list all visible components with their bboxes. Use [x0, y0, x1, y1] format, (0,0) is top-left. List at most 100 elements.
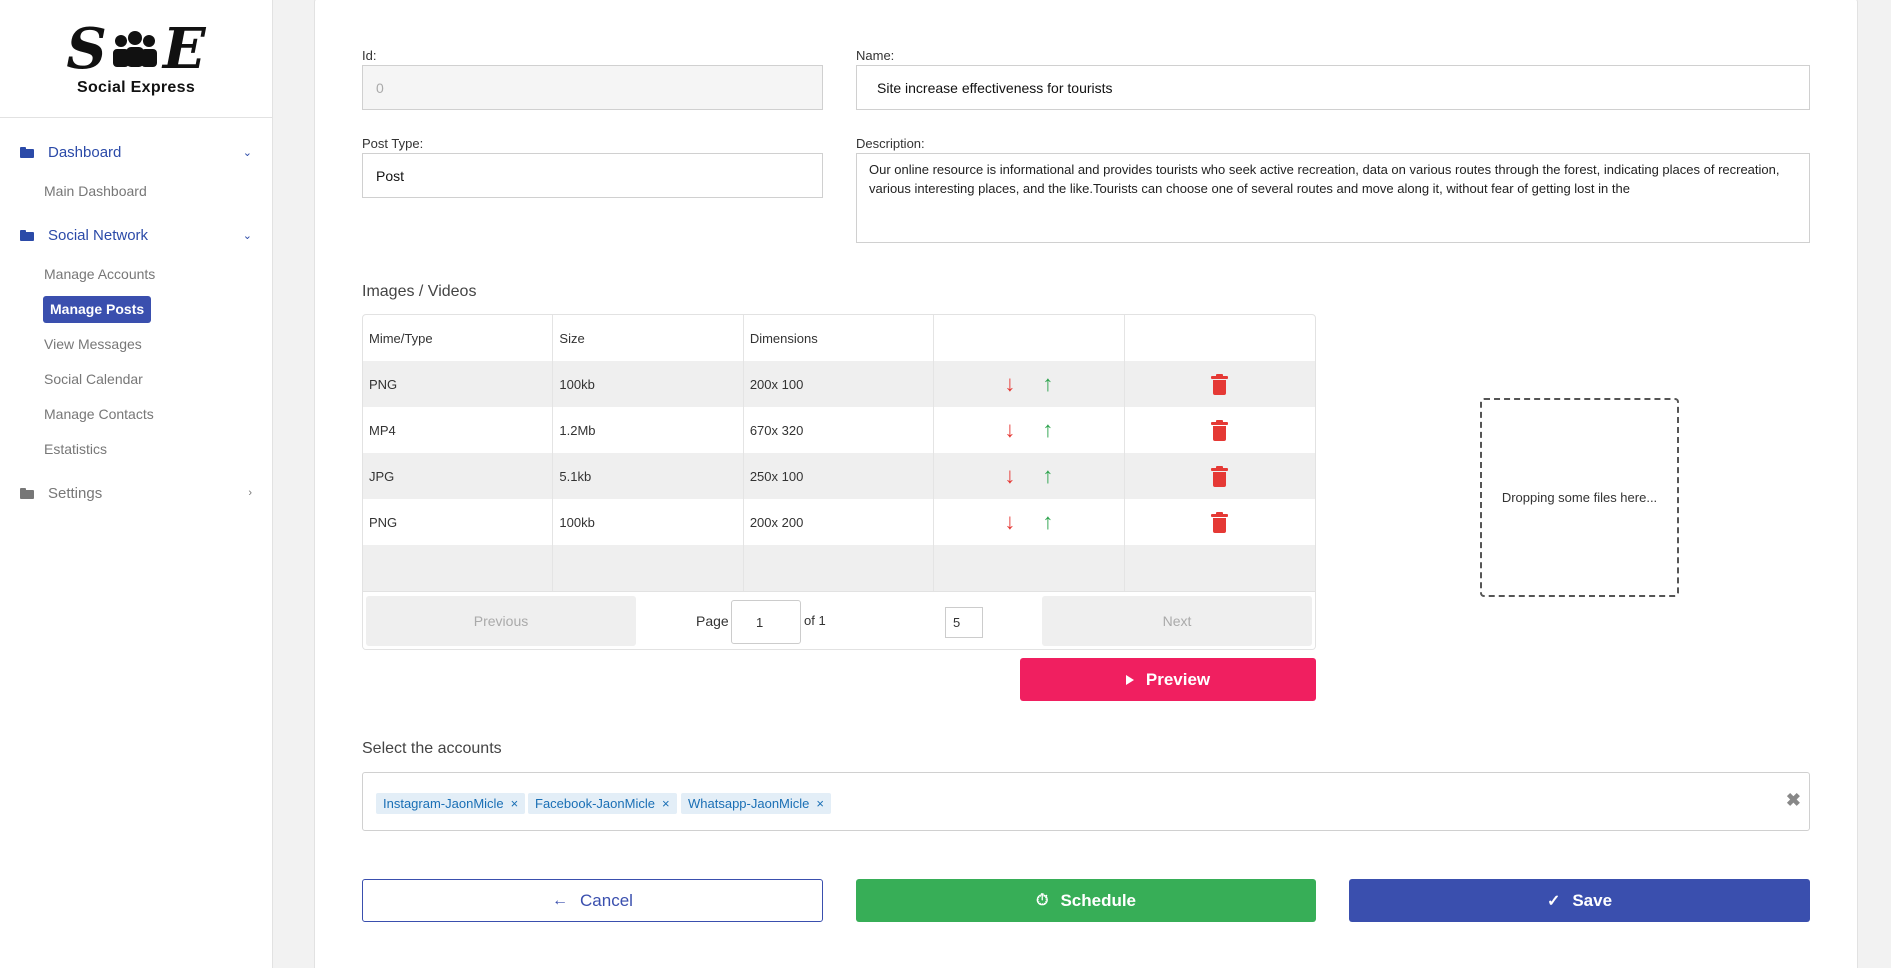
sidebar-item-manage-contacts[interactable]: Manage Contacts: [44, 397, 272, 432]
empty-cell: [1125, 545, 1315, 591]
column-header-mime-type[interactable]: Mime/Type: [363, 315, 554, 361]
post-type-field[interactable]: Post: [362, 153, 823, 198]
column-header-dimensions[interactable]: Dimensions: [744, 315, 935, 361]
move-down-icon[interactable]: ↓: [991, 373, 1029, 395]
description-field[interactable]: Our online resource is informational and…: [856, 153, 1810, 243]
move-up-icon[interactable]: ↑: [1029, 419, 1067, 441]
schedule-button[interactable]: ⏱ Schedule: [856, 879, 1316, 922]
page-number-input[interactable]: 1: [731, 600, 801, 644]
account-tag: Instagram-JaonMicle ×: [376, 793, 526, 814]
name-field[interactable]: Site increase effectiveness for tourists: [856, 65, 1810, 110]
column-header-size[interactable]: Size: [553, 315, 744, 361]
chevron-down-icon: ⌄: [242, 229, 252, 242]
preview-button[interactable]: Preview: [1020, 658, 1316, 701]
id-field: 0: [362, 65, 823, 110]
page-size-select[interactable]: 5: [945, 607, 983, 638]
schedule-button-label: Schedule: [1060, 890, 1137, 910]
move-up-icon[interactable]: ↑: [1029, 373, 1067, 395]
previous-page-button[interactable]: Previous: [366, 596, 636, 646]
accounts-multiselect[interactable]: Instagram-JaonMicle × Facebook-JaonMicle…: [362, 772, 1810, 831]
cell-mime-type: PNG: [363, 499, 554, 545]
trash-icon[interactable]: [1211, 419, 1229, 441]
arrow-left-icon: ←: [552, 891, 569, 909]
post-type-label: Post Type:: [362, 136, 424, 151]
sidebar-group-social-network[interactable]: Social Network ⌄: [0, 213, 272, 257]
logo-letter-e: E: [162, 15, 206, 82]
sidebar-item-manage-posts[interactable]: Manage Posts: [43, 296, 152, 323]
remove-tag-icon[interactable]: ×: [662, 796, 670, 811]
table-header-row: Mime/Type Size Dimensions: [363, 315, 1315, 361]
page-total-label: of 1: [804, 613, 826, 628]
move-up-icon[interactable]: ↑: [1029, 465, 1067, 487]
cell-mime-type: JPG: [363, 453, 554, 499]
save-button-label: Save: [1572, 890, 1613, 910]
table-row: PNG 100kb 200x 100 ↓ ↑: [363, 361, 1315, 407]
remove-tag-icon[interactable]: ×: [511, 796, 519, 811]
sidebar-item-view-messages[interactable]: View Messages: [44, 327, 272, 362]
page-label: Page: [696, 613, 729, 629]
logo-letter-s: S: [66, 15, 107, 82]
cell-dimensions: 200x 100: [744, 361, 935, 407]
logo-mark: S E: [66, 21, 205, 77]
preview-button-label: Preview: [1145, 669, 1211, 689]
move-down-icon[interactable]: ↓: [991, 419, 1029, 441]
cell-size: 5.1kb: [553, 453, 744, 499]
remove-tag-icon[interactable]: ×: [816, 796, 824, 811]
cancel-button[interactable]: ← Cancel: [362, 879, 823, 922]
sidebar-group-settings[interactable]: Settings ›: [0, 471, 272, 515]
trash-icon[interactable]: [1211, 511, 1229, 533]
cell-order: ↓ ↑: [934, 361, 1125, 407]
clear-all-icon[interactable]: ✖: [1786, 790, 1801, 811]
chevron-down-icon: ⌄: [242, 146, 252, 159]
media-section-title: Images / Videos: [362, 283, 477, 300]
brand-name: Social Express: [76, 78, 196, 96]
sidebar-item-manage-accounts[interactable]: Manage Accounts: [44, 257, 272, 292]
cell-size: 100kb: [553, 361, 744, 407]
save-button[interactable]: ✓ Save: [1349, 879, 1810, 922]
cell-size: 100kb: [553, 499, 744, 545]
move-down-icon[interactable]: ↓: [991, 465, 1029, 487]
column-header-order: [934, 315, 1125, 361]
empty-cell: [934, 545, 1125, 591]
cell-mime-type: MP4: [363, 407, 554, 453]
account-tag: Whatsapp-JaonMicle ×: [681, 793, 831, 814]
sidebar-item-social-calendar[interactable]: Social Calendar: [44, 362, 272, 397]
sidebar-item-main-dashboard[interactable]: Main Dashboard: [44, 174, 272, 209]
stopwatch-icon: ⏱: [1035, 891, 1049, 909]
table-row: PNG 100kb 200x 200 ↓ ↑: [363, 499, 1315, 545]
move-down-icon[interactable]: ↓: [991, 511, 1029, 533]
accounts-section-title: Select the accounts: [362, 740, 502, 757]
sidebar-group-label: Social Network: [48, 226, 149, 244]
account-tag-label: Instagram-JaonMicle: [383, 796, 504, 811]
app-logo[interactable]: S E Social Express: [0, 0, 272, 118]
sidebar-item-estatistics[interactable]: Estatistics: [44, 432, 272, 467]
next-page-button[interactable]: Next: [1042, 596, 1312, 646]
sidebar-group-label: Settings: [48, 484, 103, 502]
move-up-icon[interactable]: ↑: [1029, 511, 1067, 533]
cell-dimensions: 250x 100: [744, 453, 935, 499]
id-label: Id:: [362, 48, 377, 63]
column-header-delete: [1125, 315, 1315, 361]
folder-icon: [20, 487, 34, 499]
check-icon: ✓: [1546, 892, 1561, 910]
table-row: JPG 5.1kb 250x 100 ↓ ↑: [363, 453, 1315, 499]
cell-order: ↓ ↑: [934, 407, 1125, 453]
trash-icon[interactable]: [1211, 373, 1229, 395]
trash-icon[interactable]: [1211, 465, 1229, 487]
file-dropzone[interactable]: Dropping some files here...: [1480, 398, 1679, 597]
empty-cell: [363, 545, 554, 591]
play-icon: [1125, 674, 1134, 685]
sidebar: S E Social Express Dashboard ⌄ Main Dash…: [0, 0, 273, 968]
cell-dimensions: 200x 200: [744, 499, 935, 545]
chevron-right-icon: ›: [248, 487, 252, 499]
account-tag-label: Whatsapp-JaonMicle: [688, 796, 810, 811]
account-tag: Facebook-JaonMicle ×: [528, 793, 677, 814]
cell-size: 1.2Mb: [553, 407, 744, 453]
folder-icon: [20, 229, 34, 241]
sidebar-group-dashboard[interactable]: Dashboard ⌄: [0, 130, 272, 174]
empty-cell: [744, 545, 935, 591]
name-label: Name:: [856, 48, 895, 63]
cell-delete: [1125, 453, 1315, 499]
cell-mime-type: PNG: [363, 361, 554, 407]
account-tag-label: Facebook-JaonMicle: [535, 796, 655, 811]
